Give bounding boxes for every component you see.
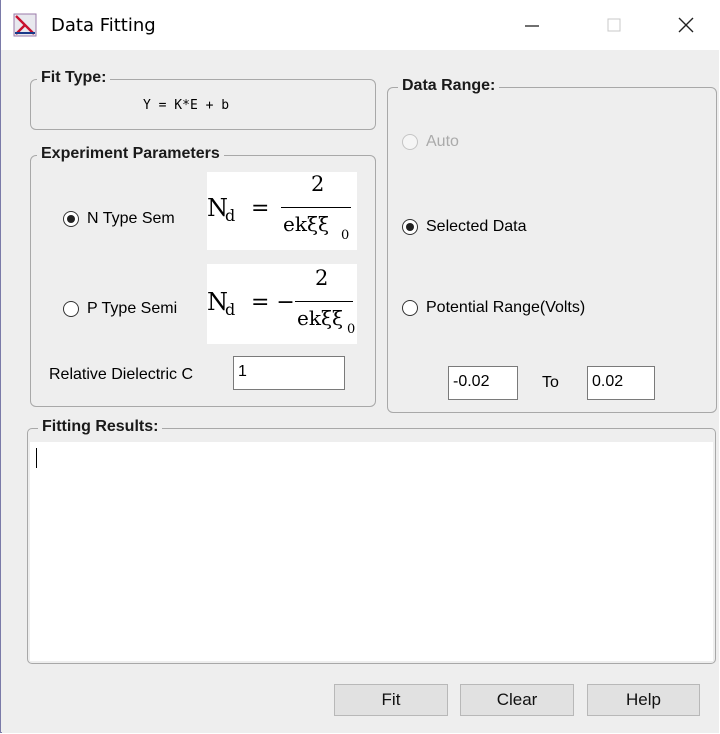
close-button[interactable] <box>651 0 720 50</box>
range-to-input[interactable]: 0.02 <box>587 366 655 400</box>
radio-indicator <box>402 300 418 316</box>
fitting-results-group: Fitting Results: <box>27 418 716 664</box>
formula-numerator: 2 <box>311 172 325 196</box>
formula-equals: = <box>251 196 270 221</box>
fit-equation: Y = K*E + b <box>143 98 230 113</box>
p-type-radio[interactable]: P Type Semi <box>63 300 177 318</box>
close-icon <box>678 17 694 33</box>
maximize-button <box>579 0 649 50</box>
fitting-results-textarea[interactable] <box>30 442 713 661</box>
range-to-label: To <box>542 374 559 391</box>
radio-indicator <box>402 134 418 150</box>
n-type-formula: N d = 2 ekξξ 0 <box>207 172 357 250</box>
dialog-body: Fit Type: Y = K*E + b Experiment Paramet… <box>2 50 719 733</box>
data-range-group: Data Range: Auto Selected Data Potential… <box>387 77 717 413</box>
clear-button[interactable]: Clear <box>460 684 574 716</box>
formula-denominator: ekξξ <box>297 306 343 330</box>
n-type-radio[interactable]: N Type Sem <box>63 210 175 228</box>
experiment-parameters-legend: Experiment Parameters <box>37 145 224 163</box>
radio-indicator <box>402 219 418 235</box>
selected-data-label: Selected Data <box>426 218 527 235</box>
auto-radio: Auto <box>402 133 459 151</box>
formula-numerator: 2 <box>315 266 329 290</box>
data-fitting-window: Data Fitting Fit Type: Y = K*E + b Exper… <box>0 0 720 733</box>
relative-dielectric-input[interactable]: 1 <box>233 356 345 390</box>
help-button[interactable]: Help <box>587 684 700 716</box>
fitting-results-legend: Fitting Results: <box>38 418 163 436</box>
fraction-bar <box>281 207 351 208</box>
fit-type-legend: Fit Type: <box>37 69 111 87</box>
minimize-icon <box>525 25 539 27</box>
auto-label: Auto <box>426 133 459 150</box>
formula-denominator-subscript: 0 <box>341 228 350 243</box>
p-type-label: P Type Semi <box>87 300 178 317</box>
potential-range-radio[interactable]: Potential Range(Volts) <box>402 299 585 317</box>
fit-button[interactable]: Fit <box>334 684 448 716</box>
potential-range-label: Potential Range(Volts) <box>426 299 586 316</box>
range-from-input[interactable]: -0.02 <box>448 366 518 400</box>
app-icon <box>13 13 37 37</box>
minimize-button[interactable] <box>497 0 567 50</box>
p-type-formula: N d = − 2 ekξξ 0 <box>207 264 357 344</box>
radio-indicator <box>63 211 79 227</box>
title-bar: Data Fitting <box>1 0 720 50</box>
formula-equals-minus: = − <box>251 290 295 315</box>
window-title: Data Fitting <box>51 15 156 36</box>
radio-indicator <box>63 301 79 317</box>
formula-lhs-subscript: d <box>225 206 236 225</box>
text-cursor <box>36 448 37 468</box>
maximize-icon <box>607 18 621 32</box>
data-range-legend: Data Range: <box>398 77 500 95</box>
fit-type-group: Fit Type: Y = K*E + b <box>30 69 376 130</box>
formula-lhs-subscript: d <box>225 300 236 319</box>
selected-data-radio[interactable]: Selected Data <box>402 218 527 236</box>
experiment-parameters-group: Experiment Parameters N Type Sem N d = 2… <box>30 145 376 407</box>
fraction-bar <box>295 301 353 302</box>
formula-denominator-subscript: 0 <box>347 322 356 337</box>
relative-dielectric-label: Relative Dielectric C <box>49 366 194 383</box>
formula-denominator: ekξξ <box>283 212 329 236</box>
n-type-label: N Type Sem <box>87 210 175 227</box>
